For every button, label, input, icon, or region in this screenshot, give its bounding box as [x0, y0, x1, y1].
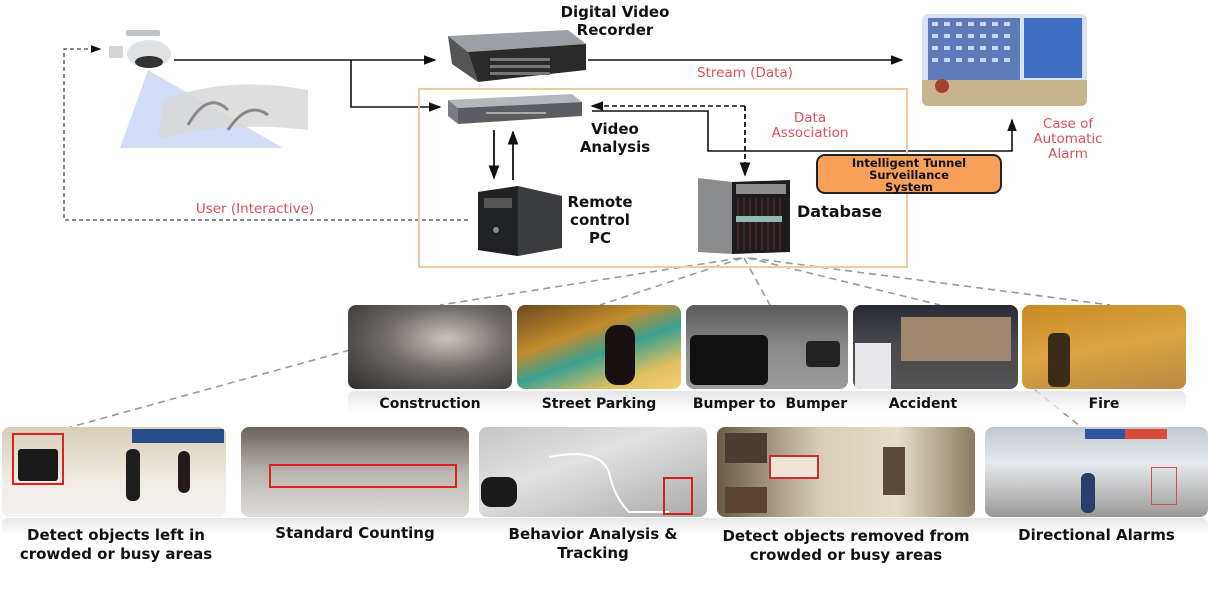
- function-label-line: crowded or busy areas: [749, 546, 943, 564]
- remote-pc-line1: Remote: [567, 193, 633, 211]
- scenario-street-parking-image: [517, 305, 681, 389]
- function-label-line: Standard Counting: [275, 524, 435, 542]
- function-label-line: Behavior Analysis &: [508, 525, 678, 543]
- user-interactive-label: User (Interactive): [195, 201, 315, 217]
- scenario-accident-image: [853, 305, 1018, 389]
- scenario-label-accident: Accident: [888, 396, 958, 412]
- scenario-label-fire: Fire: [1088, 396, 1120, 412]
- function-directional-image: [985, 427, 1208, 517]
- dvr-label: Digital Video Recorder: [530, 3, 700, 39]
- function-label-line: Detect objects removed from: [722, 527, 970, 545]
- remote-pc-label: Remote control PC: [560, 193, 640, 247]
- scenario-label-bumper: Bumper to Bumper: [692, 396, 848, 412]
- function-left-object-image: [2, 427, 226, 517]
- alarm-line1: Case of: [1042, 116, 1094, 132]
- scenario-label-street-parking: Street Parking: [541, 396, 657, 412]
- function-removed-object-image: [717, 427, 975, 517]
- scenario-label-construction: Construction: [379, 396, 481, 412]
- video-analysis-line1: Video: [591, 120, 639, 138]
- database-label: Database: [797, 202, 883, 221]
- function-label-line: Tracking: [557, 544, 629, 562]
- remote-pc-line3: PC: [588, 229, 611, 247]
- dvr-label-line2: Recorder: [576, 21, 654, 39]
- control-room-image: [922, 14, 1087, 106]
- stream-label: Stream (Data): [697, 65, 793, 81]
- scenario-fire-image: [1022, 305, 1186, 389]
- cctv-camera-icon: [104, 28, 174, 70]
- video-analysis-label: Video Analysis: [560, 120, 670, 156]
- server-cabinet-icon: [698, 176, 796, 256]
- dvr-label-line1: Digital Video: [560, 3, 670, 21]
- function-tracking-image: [479, 427, 707, 517]
- alarm-line3: Alarm: [1048, 146, 1088, 162]
- function-label-directional: Directional Alarms: [985, 526, 1208, 545]
- video-analysis-line2: Analysis: [579, 138, 651, 156]
- system-title-box: Intelligent Tunnel Surveillance System: [816, 154, 1002, 194]
- data-association-line1: Data: [793, 110, 827, 126]
- tunnel-illustration: [118, 70, 318, 150]
- tower-pc-icon: [478, 186, 564, 256]
- scenario-bumper-image: [686, 305, 848, 389]
- function-label-line: Directional Alarms: [1018, 526, 1175, 544]
- data-association-line2: Association: [771, 125, 849, 141]
- remote-pc-line2: control: [570, 211, 630, 229]
- function-label-counting: Standard Counting: [241, 524, 469, 543]
- link-construction-to-left-items: [59, 349, 351, 431]
- system-title-line3: System: [885, 180, 933, 194]
- automatic-alarm-label: Case of Automatic Alarm: [1018, 117, 1118, 162]
- alarm-line2: Automatic: [1033, 131, 1103, 147]
- function-label-removed-object: Detect objects removed from crowded or b…: [717, 527, 975, 565]
- function-label-tracking: Behavior Analysis & Tracking: [479, 525, 707, 563]
- scenario-construction-image: [348, 305, 512, 389]
- function-label-line: crowded or busy areas: [19, 545, 213, 563]
- function-counting-image: [241, 427, 469, 517]
- function-label-line: Detect objects left in: [27, 526, 205, 544]
- function-label-left-object: Detect objects left in crowded or busy a…: [2, 526, 230, 564]
- data-association-label: Data Association: [755, 111, 865, 141]
